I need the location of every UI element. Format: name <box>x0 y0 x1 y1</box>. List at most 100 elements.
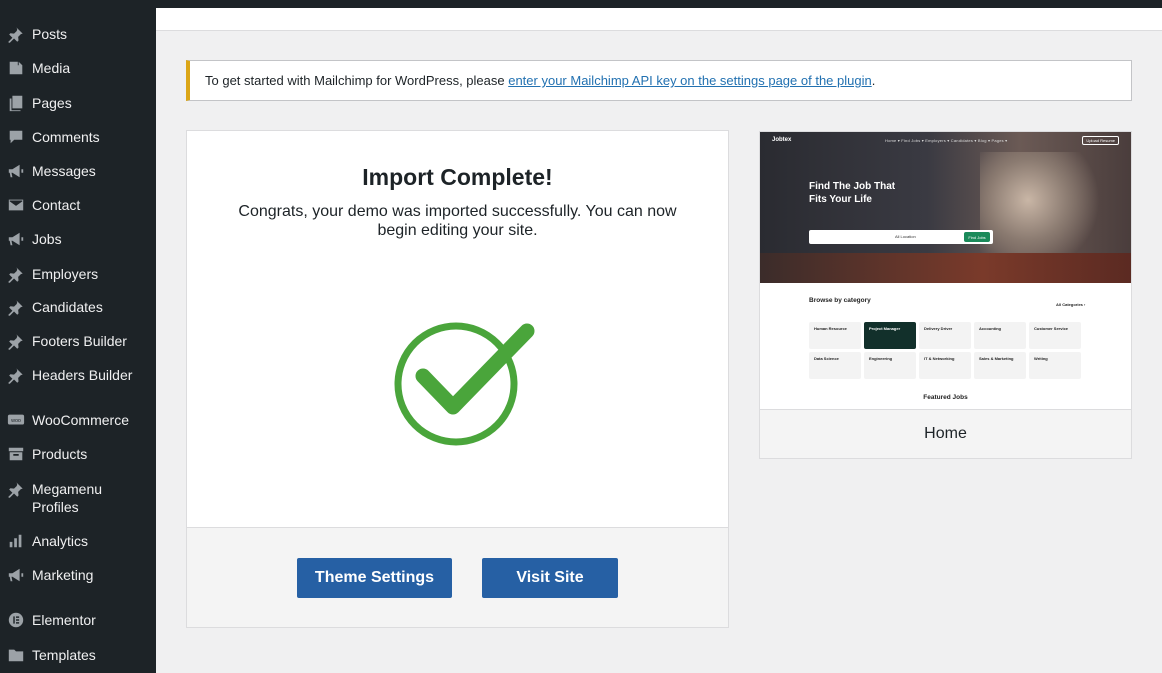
sidebar-item-label-line1: Megamenu <box>32 481 103 497</box>
preview-logo: Jobtex <box>772 137 792 143</box>
sidebar-item-templates[interactable]: Templates <box>0 646 156 664</box>
admin-top-bar <box>156 0 1162 8</box>
category-title: Sales & Marketing <box>979 356 1014 361</box>
preview-category: Project Manager <box>864 322 916 349</box>
category-title: Delivery Driver <box>924 326 953 331</box>
success-check-icon <box>393 321 535 446</box>
sidebar-item-label: Jobs <box>32 231 62 247</box>
pin-icon <box>0 366 32 384</box>
headline-line2: Fits Your Life <box>809 194 872 205</box>
visit-site-button[interactable]: Visit Site <box>482 558 618 598</box>
sidebar-item-label: Footers Builder <box>32 333 127 349</box>
sidebar-item-pages[interactable]: Pages <box>0 94 156 112</box>
sidebar-item-label-line2: Profiles <box>32 499 79 515</box>
category-title: Writing <box>1034 356 1048 361</box>
notice-text: To get started with Mailchimp for WordPr… <box>205 73 509 88</box>
demo-preview-thumbnail[interactable]: Jobtex Home ▾ Find Jobs ▾ Employers ▾ Ca… <box>760 132 1131 409</box>
category-title: Engineering <box>869 356 893 361</box>
sidebar-item-products[interactable]: Products <box>0 445 156 463</box>
theme-settings-button[interactable]: Theme Settings <box>297 558 452 598</box>
admin-sidebar: Posts Media Pages Comments Messages Cont… <box>0 0 156 673</box>
preview-category: Human Resource <box>809 322 861 349</box>
sidebar-item-footers-builder[interactable]: Footers Builder <box>0 332 156 350</box>
pin-icon <box>0 298 32 316</box>
headline-line1: Find The Job That <box>809 181 896 192</box>
sidebar-item-employers[interactable]: Employers <box>0 265 156 283</box>
import-card-footer: Theme Settings Visit Site <box>187 527 728 627</box>
sidebar-item-posts[interactable]: Posts <box>0 25 156 43</box>
sidebar-item-woocommerce[interactable]: woo WooCommerce <box>0 411 156 429</box>
sidebar-item-label: Comments <box>32 129 100 145</box>
sidebar-item-label: Pages <box>32 95 72 111</box>
sidebar-item-headers-builder[interactable]: Headers Builder <box>0 366 156 384</box>
sidebar-item-label: Contact <box>32 197 81 213</box>
preview-location: All Location <box>895 234 916 239</box>
preview-category: Accounting <box>974 322 1026 349</box>
preview-search-bar: All Location Find Jobs <box>809 230 993 244</box>
sidebar-item-contact[interactable]: Contact <box>0 196 156 214</box>
preview-nav: Home ▾ Find Jobs ▾ Employers ▾ Candidate… <box>885 138 1008 143</box>
demo-preview-card[interactable]: Jobtex Home ▾ Find Jobs ▾ Employers ▾ Ca… <box>759 131 1132 459</box>
preview-upload-button: Upload Resume <box>1082 136 1119 145</box>
pin-icon <box>0 480 32 498</box>
sidebar-item-comments[interactable]: Comments <box>0 128 156 146</box>
preview-category: Customer Service <box>1029 322 1081 349</box>
archive-icon <box>0 445 32 463</box>
preview-category: IT & Networking <box>919 352 971 379</box>
category-title: Customer Service <box>1034 326 1069 331</box>
sidebar-item-analytics[interactable]: Analytics <box>0 532 156 550</box>
category-title: Human Resource <box>814 326 847 331</box>
pin-icon <box>0 25 32 43</box>
woo-icon: woo <box>0 411 32 429</box>
folder-icon <box>0 646 32 664</box>
sidebar-item-label: Marketing <box>32 567 94 583</box>
preview-find-button: Find Jobs <box>964 232 990 242</box>
preview-all-categories: All Categories › <box>1056 302 1086 307</box>
sidebar-item-elementor[interactable]: Elementor <box>0 611 156 629</box>
category-title: Accounting <box>979 326 1001 331</box>
preview-category: Engineering <box>864 352 916 379</box>
preview-category: Data Science <box>809 352 861 379</box>
sidebar-item-label: Messages <box>32 163 96 179</box>
elementor-icon <box>0 611 32 629</box>
sidebar-item-label: Templates <box>32 647 96 663</box>
preview-category: Writing <box>1029 352 1081 379</box>
preview-subtext <box>809 208 929 222</box>
mailchimp-settings-link[interactable]: enter your Mailchimp API key on the sett… <box>508 73 872 88</box>
sidebar-item-media[interactable]: Media <box>0 59 156 77</box>
import-complete-card: Import Complete! Congrats, your demo was… <box>186 130 729 628</box>
sidebar-item-label: Candidates <box>32 299 103 315</box>
svg-text:woo: woo <box>10 418 21 424</box>
hero-floor <box>760 253 1131 283</box>
preview-category: Sales & Marketing <box>974 352 1026 379</box>
megaphone-icon <box>0 162 32 180</box>
category-title: Project Manager <box>869 326 901 331</box>
sidebar-item-marketing[interactable]: Marketing <box>0 566 156 584</box>
import-message: Congrats, your demo was imported success… <box>238 203 677 239</box>
import-title: Import Complete! <box>362 164 553 190</box>
preview-category: Delivery Driver <box>919 322 971 349</box>
media-icon <box>0 59 32 77</box>
sidebar-item-messages[interactable]: Messages <box>0 162 156 180</box>
sidebar-item-label: Employers <box>32 266 99 282</box>
preview-label[interactable]: Home <box>760 409 1131 458</box>
bar-chart-icon <box>0 532 32 550</box>
sidebar-item-label: Megamenu Profiles <box>32 480 102 516</box>
page-header-strip <box>156 8 1162 31</box>
pin-icon <box>0 265 32 283</box>
sidebar-item-megamenu-profiles[interactable]: Megamenu Profiles <box>0 480 156 516</box>
sidebar-item-label: Products <box>32 446 88 462</box>
comment-icon <box>0 128 32 146</box>
preview-headline: Find The Job That Fits Your Life <box>809 180 895 206</box>
mailchimp-notice: To get started with Mailchimp for WordPr… <box>186 60 1132 101</box>
pages-icon <box>0 94 32 112</box>
preview-section-title: Browse by category <box>809 297 871 304</box>
megaphone-icon <box>0 230 32 248</box>
preview-hero: Jobtex Home ▾ Find Jobs ▾ Employers ▾ Ca… <box>760 132 1131 283</box>
sidebar-item-label: Media <box>32 60 71 76</box>
sidebar-item-jobs[interactable]: Jobs <box>0 230 156 248</box>
sidebar-item-label: Elementor <box>32 612 96 628</box>
notice-text-end: . <box>871 73 876 88</box>
sidebar-item-candidates[interactable]: Candidates <box>0 298 156 316</box>
category-title: Data Science <box>814 356 839 361</box>
